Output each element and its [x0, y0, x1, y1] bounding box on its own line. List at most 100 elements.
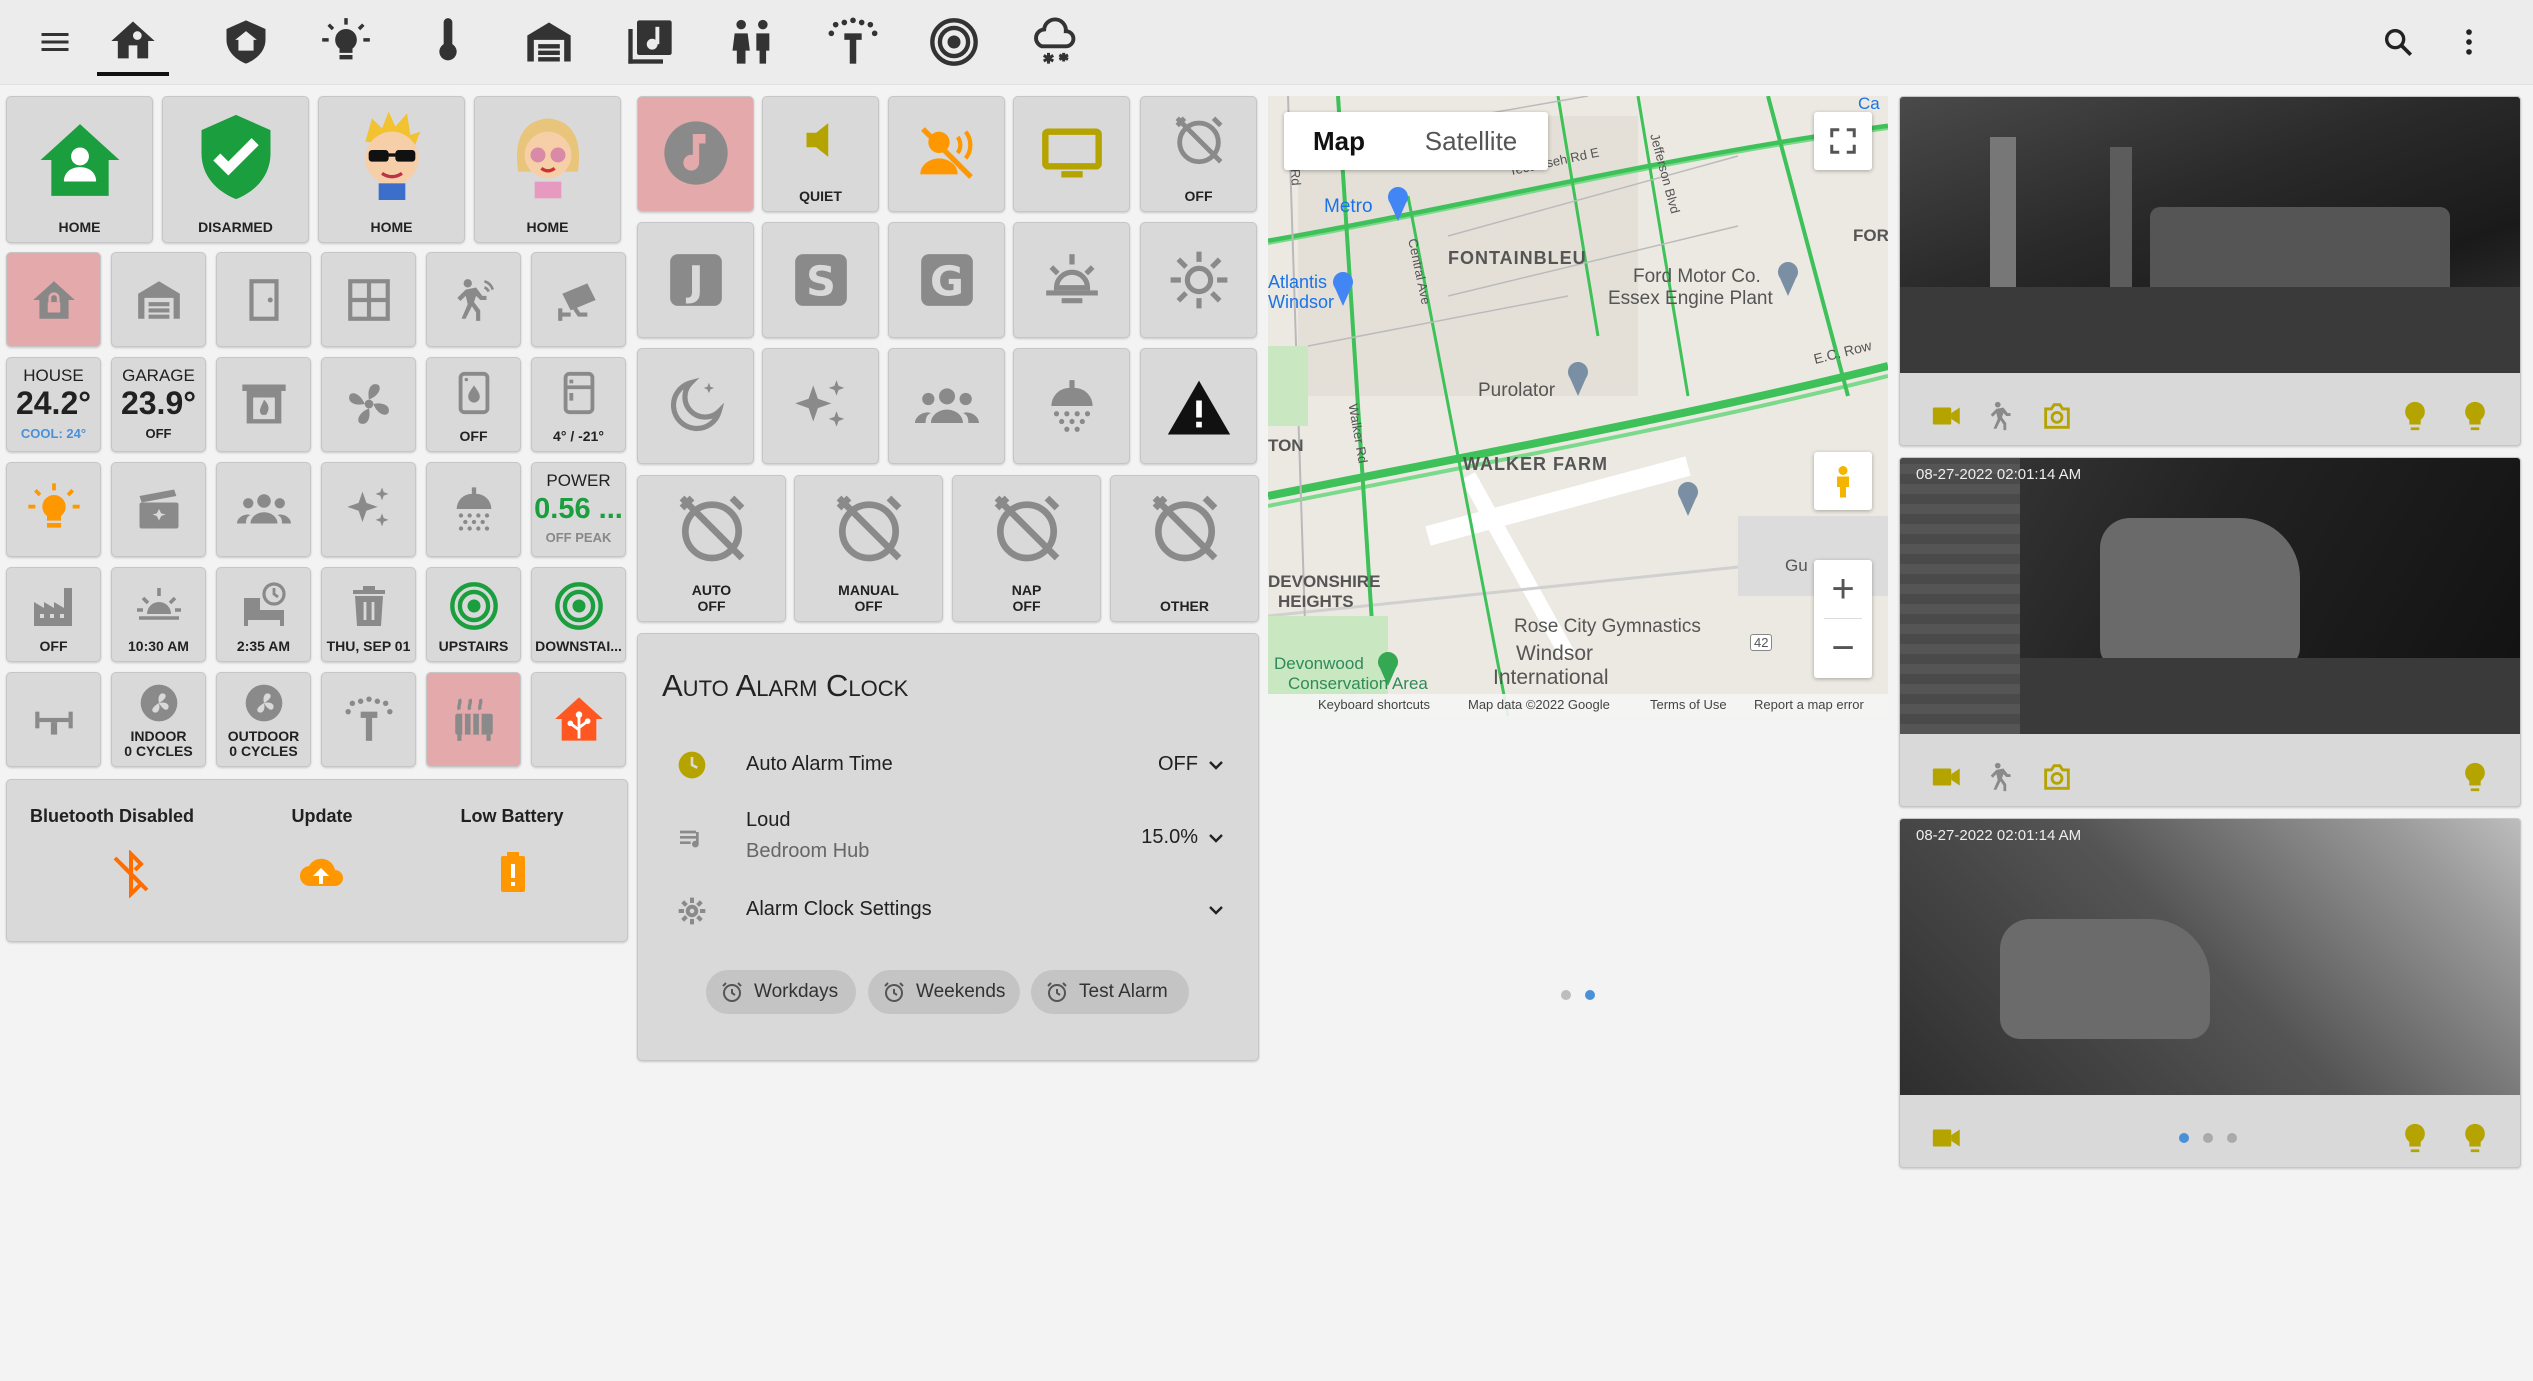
warning-tile[interactable]: [1140, 348, 1257, 464]
chevron-down-icon[interactable]: [1204, 753, 1228, 777]
quiet-tile[interactable]: QUIET: [762, 96, 879, 212]
zoom-out-button[interactable]: −: [1814, 619, 1872, 677]
mute-tile[interactable]: [888, 96, 1005, 212]
camera-card-garage[interactable]: 08-27-2022 02:01:14 AM: [1899, 818, 2521, 1168]
menu-icon[interactable]: [19, 10, 91, 74]
tab-speakers[interactable]: [918, 10, 990, 74]
scenes-tile[interactable]: [111, 462, 206, 557]
fireplace-tile[interactable]: [216, 357, 311, 452]
auto-alarm-time-select[interactable]: OFF: [1158, 753, 1198, 776]
video-icon[interactable]: [1930, 760, 1964, 794]
lightbulb-icon[interactable]: [2458, 1121, 2492, 1155]
tab-people[interactable]: [716, 10, 788, 74]
bluetooth-off-icon[interactable]: [107, 850, 155, 898]
report-error-link[interactable]: Report a map error: [1754, 697, 1864, 712]
upstairs-speaker-tile[interactable]: UPSTAIRS: [426, 567, 521, 662]
camera-card-driveway[interactable]: 08-27-2022 02:01:14 AM: [1899, 457, 2521, 807]
auto-alarm-tile[interactable]: AUTO OFF: [637, 475, 786, 622]
video-icon[interactable]: [1930, 399, 1964, 433]
shower-scene-tile[interactable]: [1013, 348, 1130, 464]
indoor-hvac-tile[interactable]: INDOOR 0 CYCLES: [111, 672, 206, 767]
other-alarm-tile[interactable]: OTHER: [1110, 475, 1259, 622]
shower-tile[interactable]: [426, 462, 521, 557]
camera-feed[interactable]: 08-27-2022 02:01:14 AM: [1900, 458, 2520, 734]
chevron-down-icon[interactable]: [1204, 826, 1228, 850]
camera-card-porch[interactable]: [1899, 96, 2521, 446]
lightbulb-icon[interactable]: [2458, 399, 2492, 433]
music-tile[interactable]: [637, 96, 754, 212]
home-mode-tile[interactable]: HOME: [6, 96, 153, 243]
factory-tile[interactable]: OFF: [6, 567, 101, 662]
map-type-satellite-button[interactable]: Satellite: [1394, 112, 1548, 170]
irrigation-tile[interactable]: [321, 672, 416, 767]
lock-house-tile[interactable]: [6, 252, 101, 347]
zoom-in-button[interactable]: +: [1814, 560, 1872, 618]
tab-climate[interactable]: [412, 10, 484, 74]
home-assistant-tile[interactable]: [531, 672, 626, 767]
camera-page-dot[interactable]: [2227, 1133, 2237, 1143]
alarm-off-tile[interactable]: OFF: [1140, 96, 1257, 212]
map-type-map-button[interactable]: Map: [1284, 112, 1394, 170]
camera-feed[interactable]: [1900, 97, 2520, 373]
j-tile[interactable]: J: [637, 222, 754, 338]
camera-page-dot-active[interactable]: [2179, 1133, 2189, 1143]
window-tile[interactable]: [321, 252, 416, 347]
fullscreen-button[interactable]: [1814, 112, 1872, 170]
sparkles-scene-tile[interactable]: [762, 348, 879, 464]
nap-alarm-tile[interactable]: NAP OFF: [952, 475, 1101, 622]
camera-tile[interactable]: [531, 252, 626, 347]
test-alarm-chip[interactable]: Test Alarm: [1031, 970, 1189, 1014]
lightbulb-icon[interactable]: [2458, 760, 2492, 794]
family-tile[interactable]: [888, 348, 1005, 464]
workdays-chip[interactable]: Workdays: [706, 970, 856, 1014]
video-icon[interactable]: [1930, 1121, 1964, 1155]
page-dot[interactable]: [1561, 990, 1571, 1000]
motion-tile[interactable]: [426, 252, 521, 347]
garage-thermostat-tile[interactable]: GARAGE 23.9° OFF: [111, 357, 206, 452]
tab-sprinklers[interactable]: [817, 10, 889, 74]
door-tile[interactable]: [216, 252, 311, 347]
guests-tile[interactable]: [216, 462, 311, 557]
camera-feed[interactable]: 08-27-2022 02:01:14 AM: [1900, 819, 2520, 1095]
tv-tile[interactable]: [1013, 96, 1130, 212]
person-1-tile[interactable]: HOME: [318, 96, 465, 243]
street-view-pegman[interactable]: [1814, 452, 1872, 510]
heater-tile[interactable]: [426, 672, 521, 767]
sparkle-tile[interactable]: [321, 462, 416, 557]
lights-tile[interactable]: [6, 462, 101, 557]
more-vert-icon[interactable]: [2433, 10, 2505, 74]
s-tile[interactable]: S: [762, 222, 879, 338]
camera-page-dot[interactable]: [2203, 1133, 2213, 1143]
sunrise-tile[interactable]: 10:30 AM: [111, 567, 206, 662]
g-tile[interactable]: G: [888, 222, 1005, 338]
power-tile[interactable]: POWER 0.56 ... OFF PEAK: [531, 462, 626, 557]
keyboard-shortcuts-link[interactable]: Keyboard shortcuts: [1318, 697, 1430, 712]
tab-lights[interactable]: [310, 10, 382, 74]
search-icon[interactable]: [2362, 10, 2434, 74]
lightbulb-icon[interactable]: [2398, 399, 2432, 433]
outdoor-hvac-tile[interactable]: OUTDOOR 0 CYCLES: [216, 672, 311, 767]
manual-alarm-tile[interactable]: MANUAL OFF: [794, 475, 943, 622]
motion-sensor-icon[interactable]: [1985, 399, 2019, 433]
cloud-upload-icon[interactable]: [293, 850, 349, 898]
weekends-chip[interactable]: Weekends: [868, 970, 1020, 1014]
bedtime-tile[interactable]: 2:35 AM: [216, 567, 311, 662]
terms-link[interactable]: Terms of Use: [1650, 697, 1727, 712]
person-2-tile[interactable]: HOME: [474, 96, 621, 243]
tab-weather[interactable]: [1019, 10, 1091, 74]
page-dot-active[interactable]: [1585, 990, 1595, 1000]
brightness-tile[interactable]: [1140, 222, 1257, 338]
house-thermostat-tile[interactable]: HOUSE 24.2° COOL: 24°: [6, 357, 101, 452]
chevron-down-icon[interactable]: [1204, 898, 1228, 922]
battery-alert-icon[interactable]: [489, 846, 537, 898]
alarm-panel-tile[interactable]: DISARMED: [162, 96, 309, 243]
downstairs-speaker-tile[interactable]: DOWNSTAI...: [531, 567, 626, 662]
tab-security[interactable]: [210, 10, 282, 74]
dehumidifier-tile[interactable]: OFF: [426, 357, 521, 452]
tab-media[interactable]: [614, 10, 686, 74]
motion-sensor-icon[interactable]: [1985, 760, 2019, 794]
trash-tile[interactable]: THU, SEP 01: [321, 567, 416, 662]
alarm-settings-row[interactable]: Alarm Clock Settings: [746, 898, 932, 921]
tab-garage[interactable]: [513, 10, 585, 74]
night-tile[interactable]: [637, 348, 754, 464]
